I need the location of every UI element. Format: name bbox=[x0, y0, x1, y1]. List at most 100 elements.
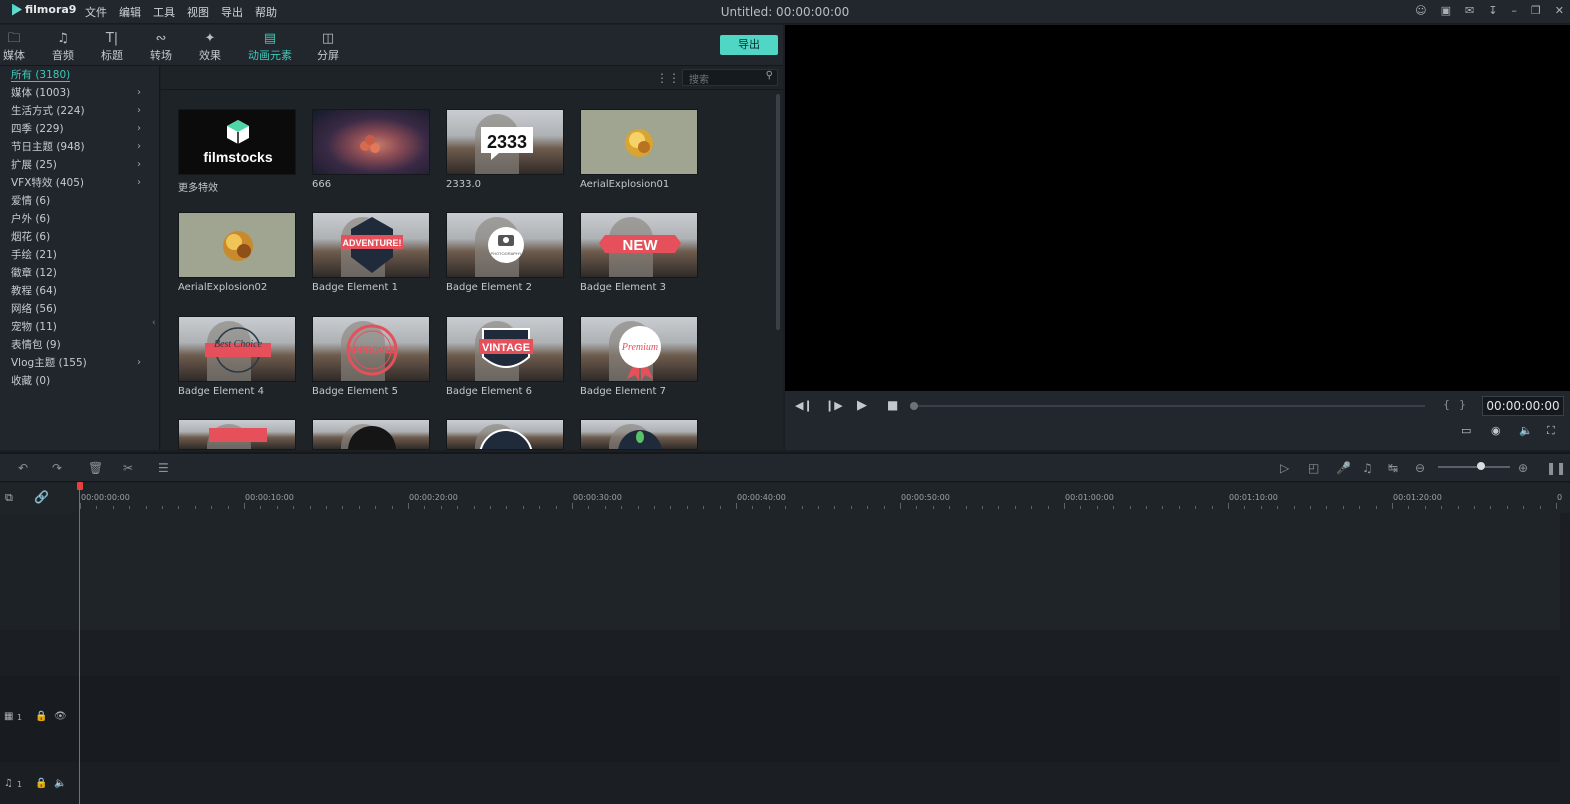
ruler-tick bbox=[949, 506, 951, 509]
lock-icon[interactable]: 🔒 bbox=[35, 778, 47, 789]
playhead-handle[interactable] bbox=[77, 482, 83, 490]
element-item[interactable] bbox=[446, 419, 564, 450]
category-item[interactable]: 户外 (6) bbox=[11, 211, 151, 227]
category-item[interactable]: 表情包 (9) bbox=[11, 337, 151, 353]
account-icon[interactable]: ☺ bbox=[1415, 4, 1426, 17]
progress-handle[interactable] bbox=[910, 402, 918, 410]
element-item[interactable]: filmstocks 更多特效 bbox=[178, 109, 296, 194]
tab-transitions[interactable]: ∾ 转场 bbox=[141, 31, 181, 63]
add-track-icon[interactable]: ⧉ bbox=[5, 491, 13, 505]
tab-effects[interactable]: ✦ 效果 bbox=[190, 31, 230, 63]
close-icon[interactable]: ✕ bbox=[1555, 4, 1564, 17]
previous-frame-icon[interactable]: ◀❙ bbox=[795, 399, 813, 412]
element-item[interactable]: 2333 2333.0 bbox=[446, 109, 564, 190]
category-item[interactable]: 宠物 (11) bbox=[11, 319, 151, 335]
audio-mixer-icon[interactable]: ♫ bbox=[1362, 461, 1373, 475]
zoom-in-icon[interactable]: ⊕ bbox=[1518, 461, 1528, 475]
effects-icon: ✦ bbox=[204, 31, 216, 46]
element-caption: 2333.0 bbox=[446, 179, 481, 190]
zoom-slider-handle[interactable] bbox=[1477, 462, 1485, 470]
export-button[interactable]: 导出 bbox=[720, 35, 778, 55]
element-item[interactable]: NEW Badge Element 3 bbox=[580, 212, 698, 293]
category-item[interactable]: 徽章 (12) bbox=[11, 265, 151, 281]
redo-icon[interactable]: ↷ bbox=[52, 461, 62, 475]
playhead[interactable] bbox=[79, 483, 80, 804]
element-item[interactable]: APPROVED Badge Element 5 bbox=[312, 316, 430, 397]
element-item[interactable] bbox=[580, 419, 698, 450]
speaker-icon[interactable]: 🔈 bbox=[54, 778, 66, 789]
player-controls: ◀❙ ❙▶ ▶ ■ { } ▭ ◉ 🔈 ⛶ bbox=[785, 391, 1570, 450]
preview-player[interactable] bbox=[785, 25, 1570, 391]
tab-elements[interactable]: ▤ 动画元素 bbox=[246, 31, 294, 69]
mark-out-icon[interactable]: } bbox=[1459, 398, 1466, 411]
collapse-sidebar-icon[interactable]: ‹ bbox=[152, 318, 156, 328]
category-favorites[interactable]: 收藏 (0) bbox=[11, 373, 151, 389]
ruler-tick bbox=[670, 506, 672, 509]
zoom-slider[interactable] bbox=[1438, 466, 1510, 468]
element-item[interactable]: VINTAGE Badge Element 6 bbox=[446, 316, 564, 397]
category-item[interactable]: 爱情 (6) bbox=[11, 193, 151, 209]
download-icon[interactable]: ↧ bbox=[1488, 4, 1497, 17]
element-item[interactable]: AerialExplosion01 bbox=[580, 109, 698, 190]
fullscreen-icon[interactable]: ⛶ bbox=[1547, 424, 1555, 438]
eye-icon[interactable]: 👁 bbox=[54, 711, 67, 722]
cut-icon[interactable]: ✂ bbox=[123, 461, 133, 475]
category-all[interactable]: 所有 (3180) bbox=[11, 67, 151, 83]
element-item[interactable]: 666 bbox=[312, 109, 430, 190]
search-input[interactable]: 搜索 ⚲ bbox=[682, 69, 778, 86]
category-item[interactable]: 媒体 (1003) › bbox=[11, 85, 151, 101]
category-item[interactable]: Vlog主题 (155) › bbox=[11, 355, 151, 371]
zoom-out-icon[interactable]: ⊖ bbox=[1415, 461, 1425, 475]
lock-icon[interactable]: 🔒 bbox=[35, 711, 47, 722]
undo-icon[interactable]: ↶ bbox=[18, 461, 28, 475]
library-scrollbar[interactable] bbox=[776, 94, 780, 330]
ruler-tick bbox=[1260, 506, 1262, 509]
element-item[interactable]: Best Choice Badge Element 4 bbox=[178, 316, 296, 397]
tab-titles[interactable]: T| 标题 bbox=[92, 31, 132, 63]
category-item[interactable]: 四季 (229) › bbox=[11, 121, 151, 137]
ruler-tick bbox=[1162, 506, 1164, 509]
category-item[interactable]: 网络 (56) bbox=[11, 301, 151, 317]
category-item[interactable]: 扩展 (25) › bbox=[11, 157, 151, 173]
category-item[interactable]: 生活方式 (224) › bbox=[11, 103, 151, 119]
message-icon[interactable]: ✉ bbox=[1465, 4, 1474, 17]
next-frame-icon[interactable]: ❙▶ bbox=[825, 399, 843, 412]
display-settings-icon[interactable]: ▭ bbox=[1461, 424, 1471, 437]
tab-audio[interactable]: ♫ 音频 bbox=[43, 31, 83, 63]
category-item[interactable]: 手绘 (21) bbox=[11, 247, 151, 263]
save-icon[interactable]: ▣ bbox=[1441, 4, 1451, 17]
category-item[interactable]: 教程 (64) bbox=[11, 283, 151, 299]
fit-timeline-icon[interactable]: ↹ bbox=[1388, 461, 1398, 475]
element-item[interactable]: Premium Badge Element 7 bbox=[580, 316, 698, 397]
element-item[interactable] bbox=[178, 419, 296, 450]
timeline-ruler[interactable]: 00:00:00:00 00:00:10:00 00:00:20:00 00:00:3… bbox=[0, 483, 1570, 513]
search-icon[interactable]: ⚲ bbox=[766, 70, 773, 81]
tab-split-screen[interactable]: ◫ 分屏 bbox=[308, 31, 348, 63]
mark-in-icon[interactable]: { bbox=[1443, 398, 1450, 411]
snapshot-icon[interactable]: ◉ bbox=[1491, 424, 1501, 437]
delete-icon[interactable]: 🗑 bbox=[88, 461, 103, 475]
audio-track[interactable] bbox=[0, 762, 1560, 804]
category-item[interactable]: 节日主题 (948) › bbox=[11, 139, 151, 155]
microphone-icon[interactable]: 🎤 bbox=[1336, 461, 1351, 475]
minimize-icon[interactable]: – bbox=[1511, 4, 1517, 17]
playback-progress-bar[interactable] bbox=[913, 405, 1425, 407]
tab-media[interactable]: 🗀 媒体 bbox=[0, 31, 34, 63]
play-icon[interactable]: ▶ bbox=[857, 398, 867, 413]
category-item[interactable]: 烟花 (6) bbox=[11, 229, 151, 245]
category-item[interactable]: VFX特效 (405) › bbox=[11, 175, 151, 191]
volume-icon[interactable]: 🔈 bbox=[1519, 424, 1533, 437]
layout-toggle-icon[interactable]: ❚❚ bbox=[1546, 461, 1566, 475]
adjust-icon[interactable]: ☰ bbox=[158, 461, 169, 475]
video-track[interactable] bbox=[0, 676, 1560, 762]
element-item[interactable]: PHOTOGRAPHY Badge Element 2 bbox=[446, 212, 564, 293]
stop-icon[interactable]: ■ bbox=[887, 398, 898, 412]
marker-icon[interactable]: ◰ bbox=[1308, 461, 1319, 475]
chevron-right-icon: › bbox=[137, 141, 141, 152]
link-icon[interactable]: 🔗 bbox=[34, 490, 49, 504]
element-item[interactable] bbox=[312, 419, 430, 450]
element-item[interactable]: AerialExplosion02 bbox=[178, 212, 296, 293]
restore-icon[interactable]: ❐ bbox=[1531, 4, 1541, 17]
element-item[interactable]: ADVENTURE! Badge Element 1 bbox=[312, 212, 430, 293]
render-icon[interactable]: ▷ bbox=[1280, 461, 1289, 475]
